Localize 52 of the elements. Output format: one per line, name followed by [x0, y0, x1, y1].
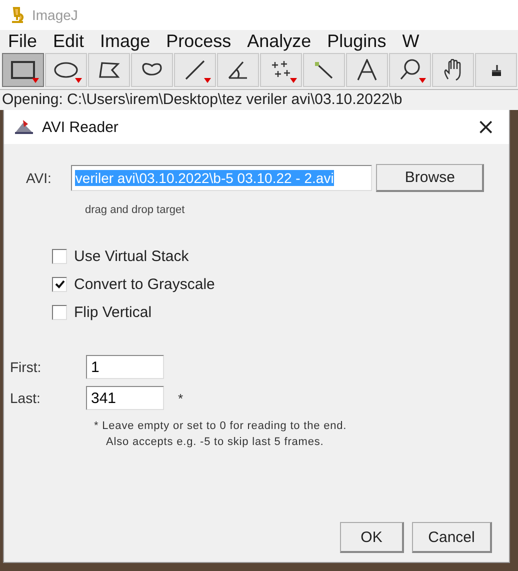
multipoint-icon	[270, 60, 292, 80]
menu-item[interactable]: Analyze	[247, 30, 312, 52]
app-icon	[14, 119, 34, 135]
toolbar-button[interactable]	[346, 53, 388, 87]
toolbar-button[interactable]	[260, 53, 302, 87]
rectangle-icon	[11, 61, 35, 79]
polygon-icon	[98, 61, 120, 79]
dialog-title: AVI Reader	[42, 118, 120, 136]
browse-button[interactable]: Browse	[376, 164, 484, 192]
toolbar-button[interactable]	[45, 53, 87, 87]
oval-icon	[54, 62, 78, 78]
window-title: ImageJ	[32, 7, 78, 23]
drop-hint: drag and drop target	[85, 204, 186, 216]
microscope-icon	[10, 6, 24, 24]
toolbar-button[interactable]	[2, 53, 44, 87]
line-icon	[184, 59, 206, 81]
field-label: Last:	[10, 390, 40, 406]
magnifier-icon	[399, 59, 421, 81]
menu-item[interactable]: Plugins	[327, 30, 386, 52]
toolbar-button[interactable]	[432, 53, 474, 87]
menu-item[interactable]: Process	[166, 30, 232, 52]
field-label: First:	[10, 359, 42, 375]
menu-item[interactable]: Image	[100, 30, 150, 52]
wand-icon	[313, 60, 335, 80]
checkbox[interactable]	[52, 305, 67, 320]
note-text: Also accepts e.g. -5 to skip last 5 frames.	[105, 436, 325, 448]
checkbox[interactable]	[52, 277, 67, 292]
checkbox-label: Convert to Grayscale	[74, 276, 215, 293]
toolbar-button[interactable]	[389, 53, 431, 87]
menu-item[interactable]: File	[8, 30, 38, 52]
first-frame-field[interactable]: 1	[86, 355, 164, 379]
toolbar-button[interactable]	[131, 53, 173, 87]
freehand-icon	[140, 62, 164, 78]
checkbox-label: Flip Vertical	[74, 304, 152, 321]
dialog-button[interactable]: OK	[340, 522, 404, 553]
asterisk: *	[178, 390, 184, 406]
menu-item[interactable]: W	[402, 30, 420, 52]
checkbox[interactable]	[52, 249, 67, 264]
dialog-button[interactable]: Cancel	[412, 522, 492, 553]
toolbar-button[interactable]	[475, 53, 517, 87]
angle-icon	[227, 60, 249, 80]
text-tool-icon	[356, 59, 378, 81]
close-button[interactable]: ×	[472, 114, 499, 140]
hand-icon	[443, 59, 463, 81]
field-label: AVI:	[26, 170, 52, 186]
checkbox-label: Use Virtual Stack	[74, 248, 189, 265]
toolbar-button[interactable]	[174, 53, 216, 87]
toolbar-button[interactable]	[88, 53, 130, 87]
toolbar-button[interactable]	[217, 53, 259, 87]
last-frame-field[interactable]: 341	[86, 386, 164, 410]
note-text: * Leave empty or set to 0 for reading to the end.	[94, 420, 348, 432]
menu-item[interactable]: Edit	[53, 30, 84, 52]
